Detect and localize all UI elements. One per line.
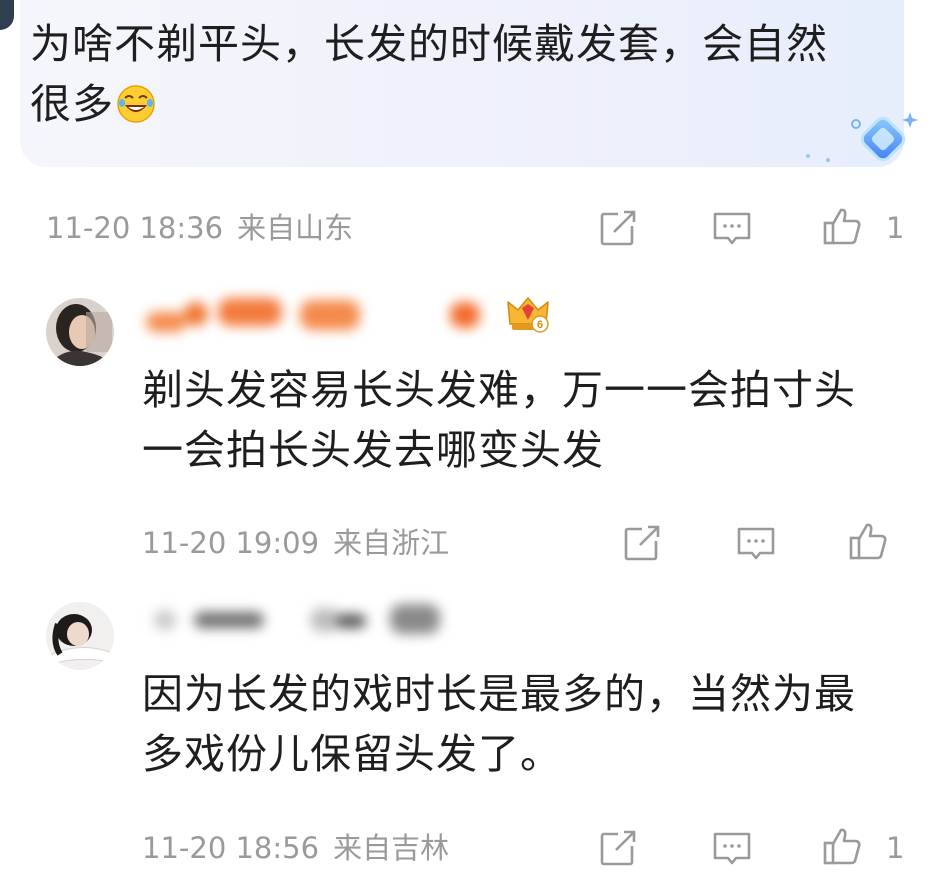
reply-location: 来自吉林 bbox=[333, 831, 450, 865]
laughing-tears-emoji-icon bbox=[116, 80, 156, 123]
comment-text: 为啥不剃平头，长发的时候戴发套，会自然很多 bbox=[30, 14, 850, 134]
username-blurred[interactable] bbox=[140, 600, 460, 636]
thumbs-up-icon[interactable] bbox=[848, 521, 888, 561]
diamond-badge-icon bbox=[800, 110, 924, 172]
reply-like-count: 1 bbox=[886, 831, 905, 865]
reply-icon[interactable] bbox=[712, 208, 752, 248]
reply-meta: 11-20 19:09 来自浙江 bbox=[142, 523, 449, 563]
reply-text: 因为长发的戏时长是最多的，当然为最多戏份儿保留头发了。 bbox=[142, 670, 856, 778]
level-badge-number: 6 bbox=[537, 319, 543, 331]
share-icon[interactable] bbox=[598, 828, 638, 868]
thumbs-up-icon[interactable] bbox=[822, 826, 862, 866]
comment-time: 11-20 18:36 bbox=[46, 211, 224, 245]
avatar[interactable] bbox=[46, 298, 114, 366]
thumbs-up-icon[interactable] bbox=[822, 206, 862, 246]
share-icon[interactable] bbox=[598, 208, 638, 248]
comment-meta: 11-20 18:36 来自山东 bbox=[46, 208, 353, 248]
reply-time: 11-20 18:56 bbox=[142, 831, 320, 865]
avatar[interactable] bbox=[46, 602, 114, 670]
crown-badge-icon: 6 bbox=[506, 294, 550, 334]
reply-time: 11-20 19:09 bbox=[142, 526, 320, 560]
reply-icon[interactable] bbox=[712, 828, 752, 868]
share-icon[interactable] bbox=[622, 523, 662, 563]
comment-location: 来自山东 bbox=[237, 211, 354, 245]
username-blurred[interactable] bbox=[140, 298, 500, 334]
reply-text: 剃头发容易长头发难，万一一会拍寸头一会拍长头发去哪变头发 bbox=[142, 366, 856, 474]
bubble-corner bbox=[0, 0, 14, 30]
reply-location: 来自浙江 bbox=[333, 526, 450, 560]
reply-icon[interactable] bbox=[736, 523, 776, 563]
comment-like-count: 1 bbox=[886, 211, 905, 245]
reply-meta: 11-20 18:56 来自吉林 bbox=[142, 828, 449, 868]
